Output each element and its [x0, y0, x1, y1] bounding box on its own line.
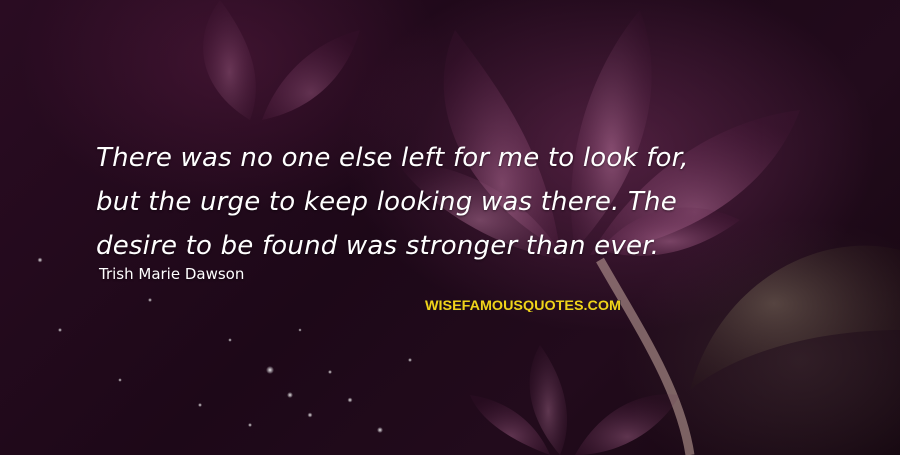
- quote-line: There was no one else left for me to loo…: [96, 143, 689, 173]
- site-watermark-logo: WISEFAMOUSQUOTES.COM: [425, 297, 622, 312]
- flower-bottom: [470, 345, 680, 455]
- quote-image: There was no one else left for me to loo…: [0, 0, 900, 455]
- quote-line: desire to be found was stronger than eve…: [96, 231, 660, 261]
- quote-line: but the urge to keep looking was there. …: [96, 187, 677, 217]
- quote-text: There was no one else left for me to loo…: [96, 136, 816, 268]
- quote-author: Trish Marie Dawson: [99, 265, 245, 283]
- flower-upper-left: [203, 0, 360, 120]
- watermark-text: WISEFAMOUSQUOTES.COM: [425, 297, 621, 312]
